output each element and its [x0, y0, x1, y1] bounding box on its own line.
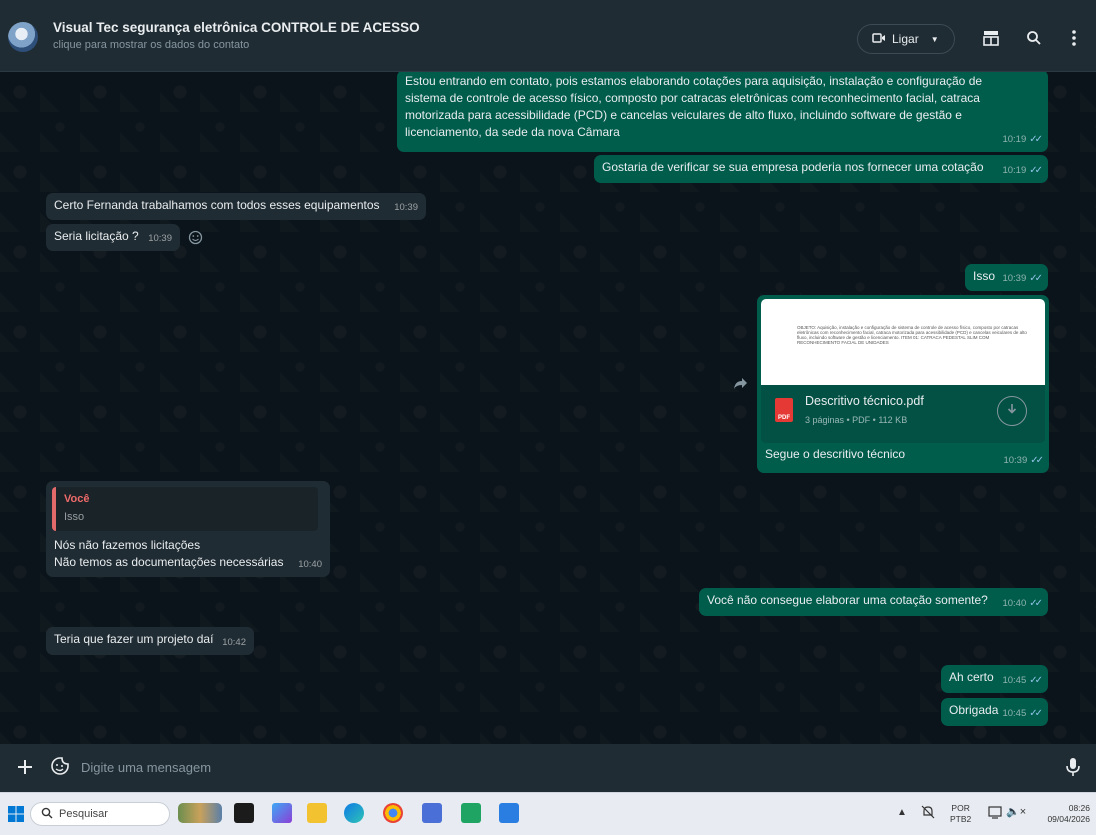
message-time: 10:45	[1002, 675, 1027, 686]
document-name: Descritivo técnico.pdf	[805, 394, 924, 408]
message-incoming[interactable]: Teria que fazer um projeto daí 10:42	[46, 627, 254, 655]
download-button[interactable]	[997, 396, 1027, 426]
message-time: 10:39	[1002, 273, 1027, 284]
file-explorer-icon[interactable]	[307, 803, 327, 823]
search-icon[interactable]	[1022, 26, 1046, 50]
double-check-icon: ✓✓	[1029, 134, 1043, 145]
forward-icon[interactable]	[733, 376, 749, 390]
message-text-line: Não temos as documentações necessárias	[54, 555, 284, 569]
contact-name[interactable]: Visual Tec segurança eletrônica CONTROLE…	[53, 20, 420, 35]
attach-plus-icon[interactable]	[15, 757, 35, 777]
document-caption: Segue o descritivo técnico	[765, 447, 906, 461]
message-time: 10:39	[1003, 455, 1028, 466]
message-outgoing[interactable]: Obrigada 10:45 ✓✓	[941, 698, 1048, 726]
calculator-app-icon[interactable]	[422, 803, 442, 823]
document-message[interactable]: OBJETO: Aquisição, instalação e configur…	[757, 295, 1049, 473]
message-time: 10:45	[1002, 708, 1027, 719]
microphone-icon[interactable]	[1065, 756, 1085, 778]
contact-avatar[interactable]	[8, 22, 38, 52]
message-outgoing[interactable]: Você não consegue elaborar uma cotação s…	[699, 588, 1048, 616]
quote-text: Isso	[64, 511, 85, 523]
message-time: 10:42	[222, 637, 246, 648]
message-text-line: Nós não fazemos licitações	[54, 538, 201, 552]
double-check-icon: ✓✓	[1029, 273, 1043, 284]
clock-date: 09/04/2026	[1047, 814, 1090, 824]
double-check-icon: ✓✓	[1029, 675, 1043, 686]
language-code: POR	[951, 803, 970, 813]
message-time: 10:39	[394, 202, 418, 213]
volume-muted-icon[interactable]: 🔈×	[1006, 805, 1026, 818]
document-preview-text: OBJETO: Aquisição, instalação e configur…	[797, 325, 1027, 345]
message-text: Certo Fernanda trabalhamos com todos ess…	[54, 198, 380, 212]
keyboard-layout: PTB2	[950, 814, 972, 824]
taskbar-clock[interactable]: 08:26 09/04/2026	[1034, 803, 1090, 825]
message-outgoing[interactable]: Gostaria de verificar se sua empresa pod…	[594, 155, 1048, 183]
message-incoming[interactable]: Seria licitação ? 10:39	[46, 224, 180, 251]
message-incoming-reply[interactable]: Você Isso Nós não fazemos licitações Não…	[46, 481, 330, 577]
message-input-placeholder: Digite uma mensagem	[81, 760, 212, 775]
chrome-browser-icon[interactable]	[383, 803, 403, 823]
network-icon[interactable]	[988, 806, 1004, 820]
quote-author: Você	[64, 493, 90, 505]
chat-messages-area: Estou entrando em contato, pois estamos …	[0, 72, 1096, 744]
message-text: Você não consegue elaborar uma cotação s…	[707, 593, 988, 607]
call-button-label: Ligar	[892, 32, 919, 46]
more-options-icon[interactable]	[1062, 26, 1086, 50]
message-text: Ah certo	[949, 670, 994, 684]
edge-browser-icon[interactable]	[344, 803, 364, 823]
message-text: Obrigada	[949, 703, 999, 717]
message-outgoing[interactable]: Ah certo 10:45 ✓✓	[941, 665, 1048, 693]
taskbar-search[interactable]: Pesquisar	[30, 802, 170, 826]
message-text: Seria licitação ?	[54, 229, 139, 243]
task-view-icon[interactable]	[234, 803, 254, 823]
document-app-icon[interactable]	[499, 803, 519, 823]
clock-time: 08:26	[1068, 803, 1090, 813]
emoji-reaction-icon[interactable]	[188, 230, 203, 245]
message-outgoing[interactable]: Isso 10:39 ✓✓	[965, 264, 1048, 291]
message-time: 10:19	[1002, 165, 1027, 176]
message-text: Isso	[973, 269, 996, 283]
chevron-down-icon: ▼	[930, 34, 939, 44]
message-composer: Digite uma mensagem	[0, 744, 1096, 792]
video-camera-icon	[872, 32, 886, 47]
document-meta: 3 páginas • PDF • 112 KB	[805, 415, 908, 425]
quoted-message[interactable]: Você Isso	[52, 487, 318, 531]
double-check-icon: ✓✓	[1029, 165, 1043, 176]
message-incoming[interactable]: Certo Fernanda trabalhamos com todos ess…	[46, 193, 426, 220]
message-time: 10:39	[148, 233, 172, 244]
taskbar-search-placeholder: Pesquisar	[59, 808, 108, 820]
message-outgoing[interactable]: Estou entrando em contato, pois estamos …	[397, 72, 1048, 152]
call-button[interactable]: Ligar ▼	[857, 24, 955, 54]
windows-taskbar: Pesquisar ▲ POR PTB2 🔈× 08:26 09/04/2026	[0, 792, 1096, 835]
document-preview[interactable]: OBJETO: Aquisição, instalação e configur…	[761, 299, 1045, 385]
catalog-icon[interactable]	[979, 26, 1003, 50]
message-text: Estou entrando em contato, pois estamos …	[405, 74, 983, 139]
message-text: Teria que fazer um projeto daí	[54, 632, 214, 646]
news-widget-icon[interactable]	[178, 803, 222, 823]
contact-subtitle[interactable]: clique para mostrar os dados do contato	[53, 39, 249, 51]
message-text: Gostaria de verificar se sua empresa pod…	[602, 160, 984, 174]
chat-header: Visual Tec segurança eletrônica CONTROLE…	[0, 0, 1096, 72]
message-time: 10:19	[1002, 134, 1027, 145]
message-time: 10:40	[298, 559, 322, 570]
document-card[interactable]: PDF Descritivo técnico.pdf 3 páginas • P…	[761, 385, 1045, 443]
teams-app-icon[interactable]	[272, 803, 292, 823]
message-time: 10:40	[1002, 598, 1027, 609]
double-check-icon: ✓✓	[1030, 455, 1044, 466]
spreadsheet-app-icon[interactable]	[461, 803, 481, 823]
windows-start-icon[interactable]	[8, 806, 24, 822]
pdf-file-icon: PDF	[775, 398, 793, 422]
notifications-off-icon[interactable]	[921, 805, 935, 819]
language-indicator[interactable]: POR PTB2	[950, 803, 971, 825]
download-icon	[1006, 403, 1018, 420]
search-icon	[41, 807, 53, 822]
double-check-icon: ✓✓	[1029, 708, 1043, 719]
tray-chevron-up-icon[interactable]: ▲	[897, 807, 907, 818]
double-check-icon: ✓✓	[1029, 598, 1043, 609]
